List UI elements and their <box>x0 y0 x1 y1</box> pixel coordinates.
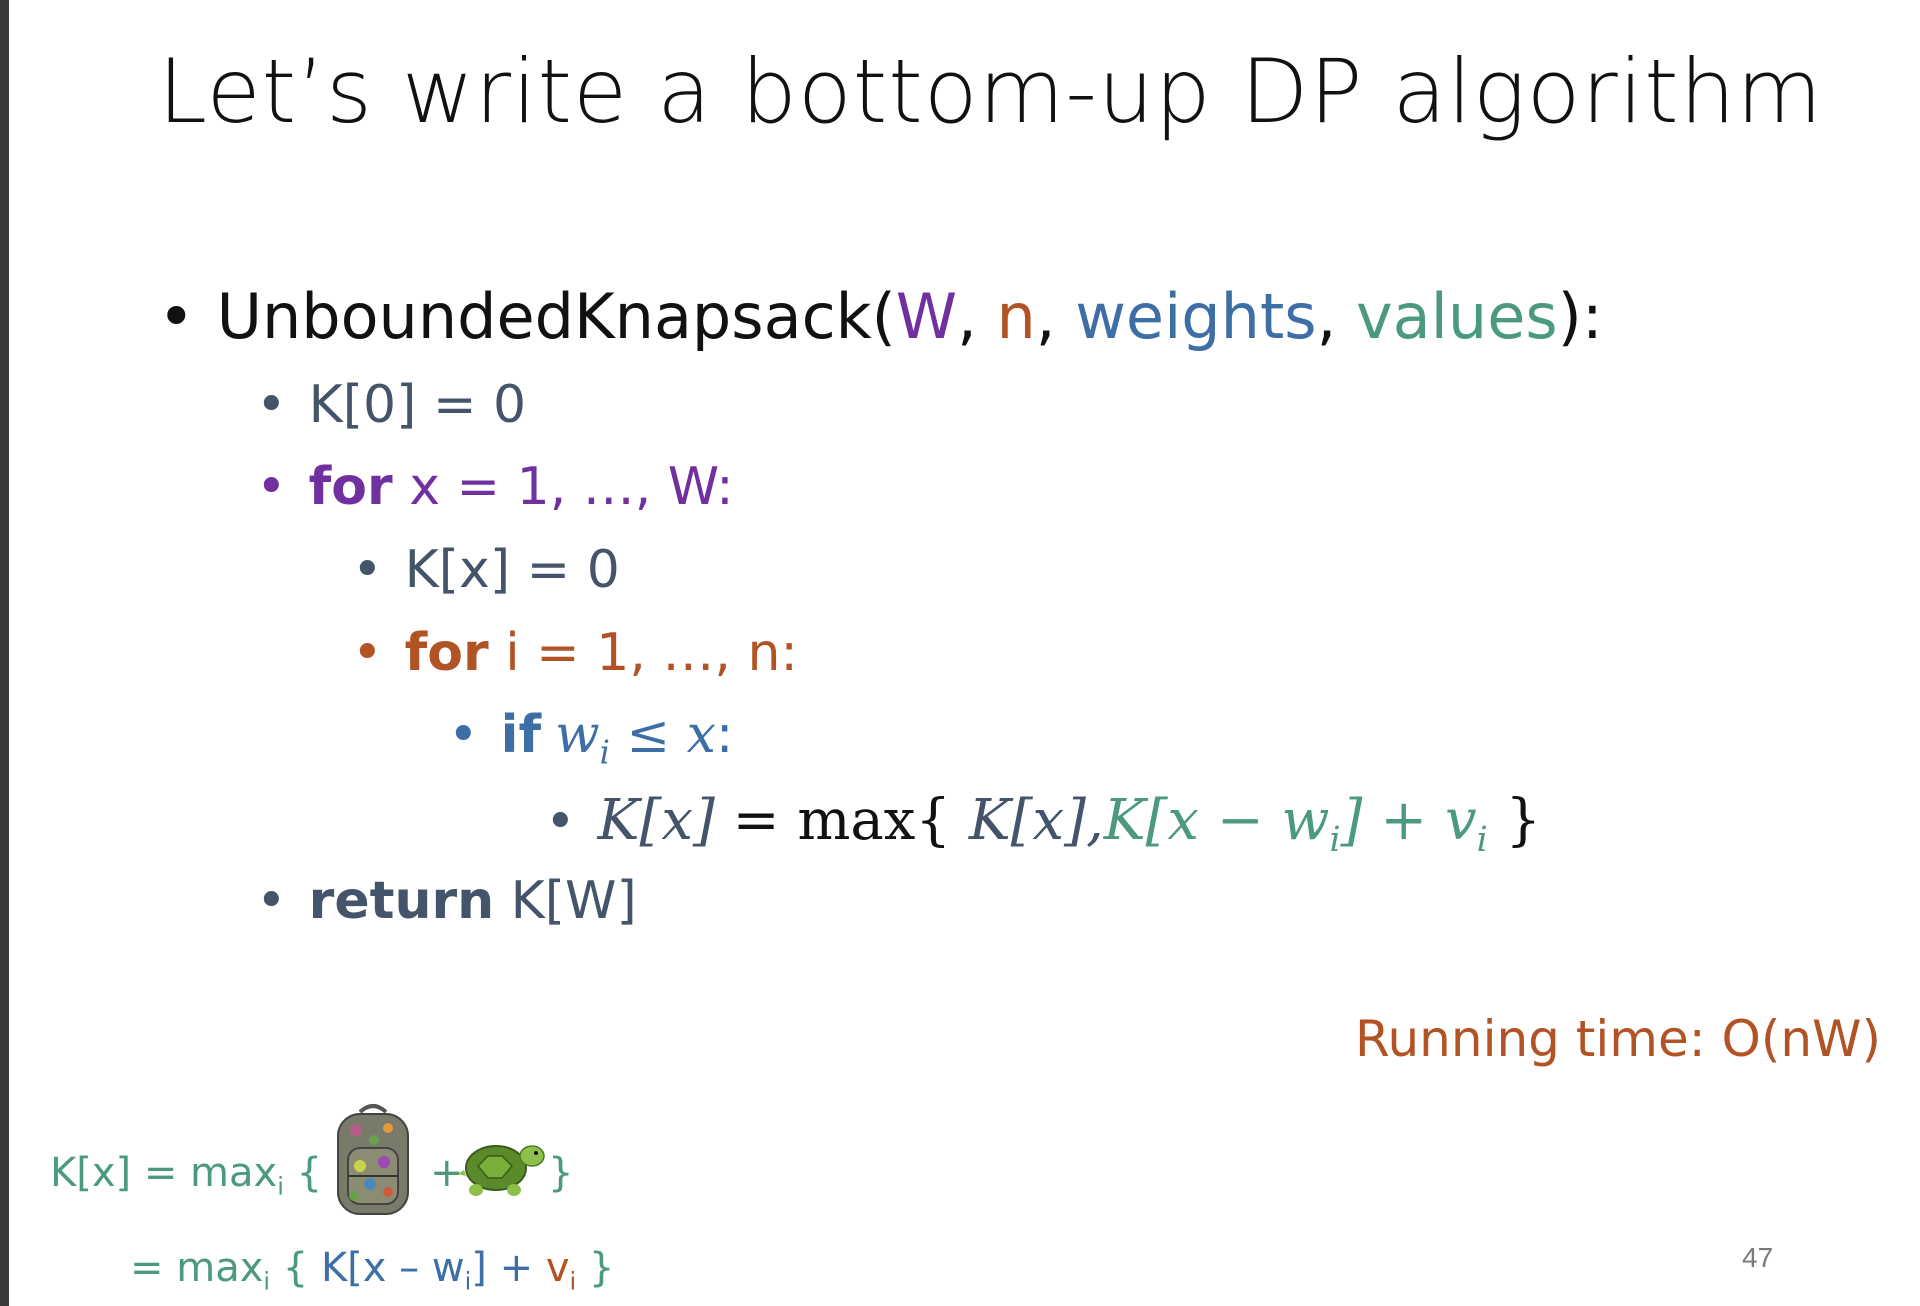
param-values: values <box>1355 280 1558 353</box>
footnote-line-2: = maxi { K[x – wi] + vi } <box>130 1245 615 1296</box>
function-name: UnboundedKnapsack( <box>216 280 896 353</box>
slide-title: Let’s write a bottom-up DP algorithm <box>158 40 1824 143</box>
bullet: • <box>158 280 195 353</box>
bullet: • <box>352 623 383 683</box>
bullet: • <box>256 457 287 517</box>
running-time: Running time: O(nW) <box>1355 1010 1881 1068</box>
bullet: • <box>256 871 287 931</box>
bullet: • <box>448 705 479 765</box>
algorithm-header: • UnboundedKnapsack(W, n, weights, values… <box>158 280 1603 353</box>
bullet: • <box>545 792 576 852</box>
param-n: n <box>996 280 1036 353</box>
line-recurrence: • K[x] = max{ K[x],K[x − wi] + vi } <box>545 788 1542 861</box>
line-for-x: • for x = 1, …, W: <box>256 457 734 517</box>
backpack-illustration <box>330 1100 416 1220</box>
slide-number: 47 <box>1742 1242 1774 1273</box>
keyword-for: for <box>308 457 393 517</box>
turtle-emoji <box>458 1130 546 1202</box>
line-kx-zero: • K[x] = 0 <box>352 540 620 600</box>
keyword-for: for <box>404 623 489 683</box>
bullet: • <box>352 540 383 600</box>
line-if: • if wi ≤ x: <box>448 705 734 772</box>
line-return: • return K[W] <box>256 871 637 931</box>
keyword-return: return <box>308 871 495 931</box>
footnote-close-brace: } <box>548 1150 574 1196</box>
line-k0: • K[0] = 0 <box>256 375 527 435</box>
keyword-if: if <box>500 705 542 765</box>
line-for-i: • for i = 1, …, n: <box>352 623 798 683</box>
param-W: W <box>895 280 958 353</box>
left-edge-bar <box>0 0 9 1306</box>
footnote-line-1: K[x] = maxi { <box>50 1150 323 1201</box>
param-weights: weights <box>1075 280 1317 353</box>
bullet: • <box>256 375 287 435</box>
